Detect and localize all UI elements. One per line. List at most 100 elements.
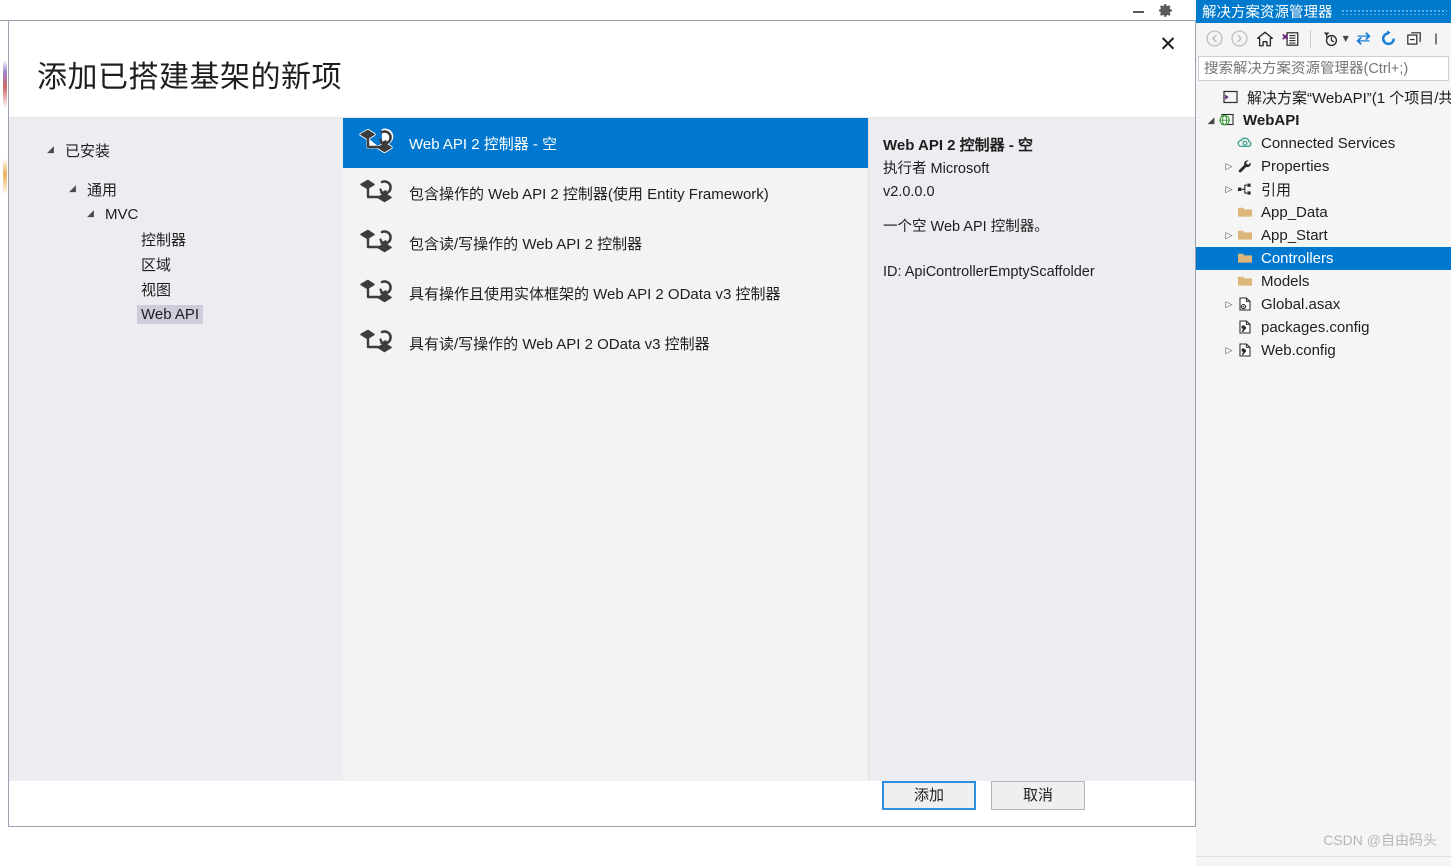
solution-tree-item-label: Global.asax — [1261, 296, 1341, 313]
solution-explorer-title: 解决方案资源管理器 — [1202, 5, 1333, 21]
category-tree-item[interactable]: 控制器 — [9, 227, 343, 252]
scaffold-list-item-label: Web API 2 控制器 - 空 — [409, 135, 558, 153]
category-tree-item[interactable]: ◢ 通用 — [9, 177, 343, 202]
triangle-collapsed-icon[interactable]: ▷ — [1222, 231, 1236, 241]
solution-tree-item[interactable]: Controllers — [1196, 247, 1451, 270]
triangle-collapsed-icon[interactable]: ▷ — [1222, 300, 1236, 310]
solution-tree-item-label: 解决方案“WebAPI”(1 个项目/共 — [1247, 90, 1451, 107]
detail-spacer-1 — [883, 203, 1175, 216]
search-input[interactable] — [1204, 60, 1448, 77]
category-tree: ◢ 已安装 ◢ 通用 ◢ MVC 控制器 区域 视图 Web API — [9, 118, 343, 781]
folder-icon — [1236, 227, 1256, 245]
add-scaffold-dialog: 添加已搭建基架的新项 ✕ ◢ 已安装 ◢ 通用 ◢ MVC 控制器 区域 视图 Web API W… — [8, 20, 1196, 827]
scaffold-list-item[interactable]: Web API 2 控制器 - 空 — [343, 118, 868, 168]
folder-icon — [1236, 250, 1256, 268]
close-icon[interactable]: ✕ — [1149, 27, 1187, 61]
category-tree-item[interactable]: Web API — [9, 302, 343, 327]
solution-tree-item-label: packages.config — [1261, 319, 1370, 336]
solution-tree-item[interactable]: ▷ Web.config — [1196, 339, 1451, 362]
category-tree-item[interactable]: 视图 — [9, 277, 343, 302]
category-tree-item-label: 控制器 — [141, 232, 187, 249]
search-box[interactable] — [1198, 56, 1449, 81]
solution-explorer-titlebar[interactable]: 解决方案资源管理器 — [1196, 0, 1451, 23]
detail-spacer-2 — [883, 239, 1175, 261]
collapse-all-icon[interactable] — [1403, 27, 1426, 51]
scaffold-list-item-label: 包含操作的 Web API 2 控制器(使用 Entity Framework) — [409, 185, 769, 203]
triangle-collapsed-icon[interactable]: ▷ — [1222, 185, 1236, 195]
category-tree-item-label: 通用 — [87, 182, 118, 199]
detail-author: 执行者 Microsoft — [883, 161, 990, 178]
scaffold-list: Web API 2 控制器 - 空 包含操作的 Web API 2 控制器(使用… — [343, 118, 869, 781]
solution-tree-item[interactable]: Connected Services — [1196, 132, 1451, 155]
detail-title: Web API 2 控制器 - 空 — [883, 137, 1034, 154]
titlebar-drag-dots[interactable] — [1340, 8, 1447, 15]
vs-background-left-edge — [0, 0, 8, 866]
scaffold-list-item-label: 包含读/写操作的 Web API 2 控制器 — [409, 235, 643, 253]
asax-file-icon — [1236, 296, 1256, 314]
solution-tree-item-label: Properties — [1261, 158, 1330, 175]
solution-tree-item-label: Models — [1261, 273, 1310, 290]
forward-icon[interactable] — [1229, 27, 1252, 51]
solution-tree-item[interactable]: packages.config — [1196, 316, 1451, 339]
solution-tree: 解决方案“WebAPI”(1 个项目/共 ◢ WebAPI Connected S… — [1196, 81, 1451, 362]
solution-tree-item[interactable]: Models — [1196, 270, 1451, 293]
solution-tree-item-label: App_Start — [1261, 227, 1328, 244]
solution-tree-item-label: WebAPI — [1243, 112, 1300, 129]
solution-tree-item[interactable]: ▷ Properties — [1196, 155, 1451, 178]
cancel-button[interactable]: 取消 — [991, 781, 1085, 810]
refresh-icon[interactable] — [1377, 27, 1400, 51]
scaffold-icon — [355, 276, 399, 310]
solution-tree-item[interactable]: ▷ App_Start — [1196, 224, 1451, 247]
solution-tree-item[interactable]: App_Data — [1196, 201, 1451, 224]
scaffold-icon — [355, 126, 399, 160]
triangle-expanded-icon[interactable]: ◢ — [47, 146, 61, 155]
back-icon[interactable] — [1203, 27, 1226, 51]
category-tree-item[interactable]: ◢ 已安装 — [9, 138, 343, 163]
detail-id: ID: ApiControllerEmptyScaffolder — [883, 263, 1095, 280]
solution-tree-item[interactable]: ▷ 引用 — [1196, 178, 1451, 201]
config-file-icon — [1236, 342, 1256, 360]
page-title: 添加已搭建基架的新项 — [37, 61, 342, 94]
solution-tree-item-label: Connected Services — [1261, 135, 1396, 152]
scaffold-list-item[interactable]: 包含操作的 Web API 2 控制器(使用 Entity Framework) — [343, 168, 868, 218]
triangle-expanded-icon[interactable]: ◢ — [1204, 116, 1218, 126]
panel-bottom-divider — [1196, 856, 1451, 857]
category-tree-item[interactable]: 区域 — [9, 252, 343, 277]
connected-services-icon — [1236, 135, 1256, 153]
category-tree-item-label: 区域 — [141, 257, 172, 274]
scaffold-icon — [355, 176, 399, 210]
wrench-icon — [1236, 158, 1256, 176]
sync-with-active-document-icon[interactable] — [1352, 27, 1375, 51]
scaffold-list-item[interactable]: 具有读/写操作的 Web API 2 OData v3 控制器 — [343, 318, 868, 368]
more-options-icon[interactable] — [1428, 27, 1451, 51]
add-button[interactable]: 添加 — [882, 781, 976, 810]
solution-tree-item[interactable]: 解决方案“WebAPI”(1 个项目/共 — [1196, 86, 1451, 109]
category-tree-item-label: Web API — [137, 305, 204, 324]
screen: 添加已搭建基架的新项 ✕ ◢ 已安装 ◢ 通用 ◢ MVC 控制器 区域 视图 Web API W… — [0, 0, 1451, 866]
solution-tree-item-label: 引用 — [1261, 182, 1292, 199]
scaffold-icon — [355, 226, 399, 260]
solution-tree-item[interactable]: ◢ WebAPI — [1196, 109, 1451, 132]
scaffold-list-item[interactable]: 包含读/写操作的 Web API 2 控制器 — [343, 218, 868, 268]
triangle-collapsed-icon[interactable]: ▷ — [1222, 346, 1236, 356]
vs-window-topbar — [0, 0, 1196, 21]
folder-icon — [1236, 273, 1256, 291]
solution-explorer-toolbar: ▼ — [1196, 23, 1451, 55]
solution-tree-item[interactable]: ▷ Global.asax — [1196, 293, 1451, 316]
folder-icon — [1236, 204, 1256, 222]
pending-changes-filter-icon[interactable] — [1319, 27, 1342, 51]
category-tree-item-label: MVC — [105, 206, 139, 223]
category-tree-item[interactable]: ◢ MVC — [9, 202, 343, 227]
toolbar-separator — [1310, 29, 1312, 48]
triangle-expanded-icon[interactable]: ◢ — [87, 210, 101, 219]
gear-icon[interactable] — [1157, 2, 1174, 19]
minimize-icon[interactable] — [1133, 11, 1144, 13]
triangle-collapsed-icon[interactable]: ▷ — [1222, 162, 1236, 172]
properties-window-icon[interactable] — [1280, 27, 1303, 51]
chevron-down-icon[interactable]: ▼ — [1343, 34, 1349, 43]
triangle-expanded-icon[interactable]: ◢ — [69, 185, 83, 194]
references-icon — [1236, 181, 1256, 199]
home-icon[interactable] — [1254, 27, 1277, 51]
scaffold-list-item[interactable]: 具有操作且使用实体框架的 Web API 2 OData v3 控制器 — [343, 268, 868, 318]
category-tree-item-label: 视图 — [141, 282, 172, 299]
